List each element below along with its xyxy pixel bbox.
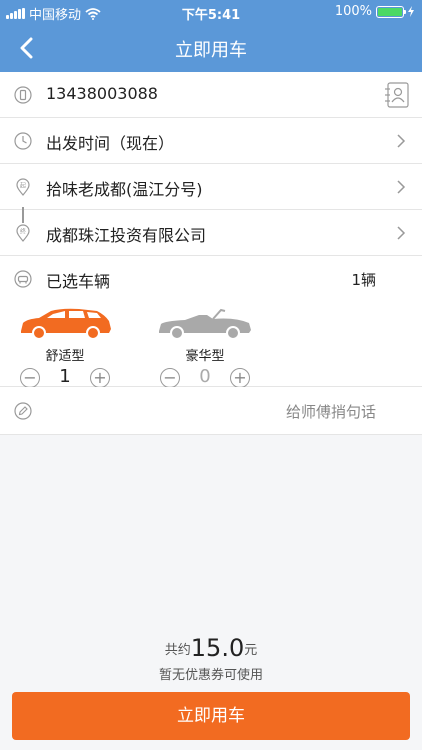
chevron-right-icon xyxy=(397,134,406,148)
svg-text:终: 终 xyxy=(20,228,26,236)
submit-order-button[interactable]: 立即用车 xyxy=(12,692,410,740)
chevron-right-icon xyxy=(397,226,406,240)
pencil-icon xyxy=(14,402,32,420)
destination-value: 成都珠江投资有限公司 xyxy=(46,226,207,245)
phone-value: 13438003088 xyxy=(46,84,158,103)
charging-icon xyxy=(408,6,414,17)
page-title: 立即用车 xyxy=(175,40,247,61)
phone-row[interactable]: 13438003088 xyxy=(0,72,422,118)
vehicle-comfort[interactable]: 舒适型 − 1 + xyxy=(10,305,120,392)
price-unit: 元 xyxy=(244,643,258,658)
selected-vehicles-row: 已选车辆 1辆 xyxy=(0,256,422,302)
route-connector xyxy=(22,207,24,223)
status-bar: 中国移动 下午5:41 100% xyxy=(0,0,422,24)
luxury-car-icon xyxy=(159,308,251,340)
contact-book-icon[interactable] xyxy=(384,81,410,109)
chevron-left-icon xyxy=(20,37,33,59)
svg-text:起: 起 xyxy=(20,182,26,190)
vehicle-name: 豪华型 xyxy=(185,349,225,364)
selected-vehicles-count: 1辆 xyxy=(351,271,376,289)
price-prefix: 共约 xyxy=(164,643,191,658)
driver-message-row[interactable]: 给师傅捎句话 xyxy=(0,387,422,435)
origin-row[interactable]: 起 拾味老成都(温江分号) xyxy=(0,164,422,210)
increase-button[interactable]: + xyxy=(230,368,250,388)
phone-icon xyxy=(14,86,32,104)
nav-bar: 立即用车 xyxy=(0,24,422,72)
price-value: 15.0 xyxy=(190,634,245,662)
destination-pin-icon: 终 xyxy=(16,224,30,242)
increase-button[interactable]: + xyxy=(90,368,110,388)
price-summary: 共约15.0元 xyxy=(0,634,422,662)
clock-icon xyxy=(14,132,32,150)
chevron-right-icon xyxy=(397,180,406,194)
vehicle-luxury[interactable]: 豪华型 − 0 + xyxy=(150,305,260,392)
depart-time-row[interactable]: 出发时间（现在） xyxy=(0,118,422,164)
vehicle-selector: 舒适型 − 1 + 豪华型 − 0 + xyxy=(0,299,422,388)
depart-time-label: 出发时间（现在） xyxy=(46,134,175,153)
origin-pin-icon: 起 xyxy=(16,178,30,196)
back-button[interactable] xyxy=(10,32,42,64)
driver-message-placeholder: 给师傅捎句话 xyxy=(285,403,376,421)
order-form: 13438003088 出发时间（现在） 起 拾味老成都(温江分号) 终 成都珠… xyxy=(0,72,422,302)
destination-row[interactable]: 终 成都珠江投资有限公司 xyxy=(0,210,422,256)
coupon-status: 暂无优惠券可使用 xyxy=(158,668,263,683)
app-header: 中国移动 下午5:41 100% 立即用车 xyxy=(0,0,422,72)
origin-value: 拾味老成都(温江分号) xyxy=(46,180,203,199)
comfort-car-icon xyxy=(21,308,111,340)
battery-percent: 100% xyxy=(334,4,372,19)
battery-icon xyxy=(376,5,406,18)
vehicle-name: 舒适型 xyxy=(45,349,85,364)
selected-vehicles-label: 已选车辆 xyxy=(46,272,111,291)
car-icon xyxy=(14,270,32,288)
